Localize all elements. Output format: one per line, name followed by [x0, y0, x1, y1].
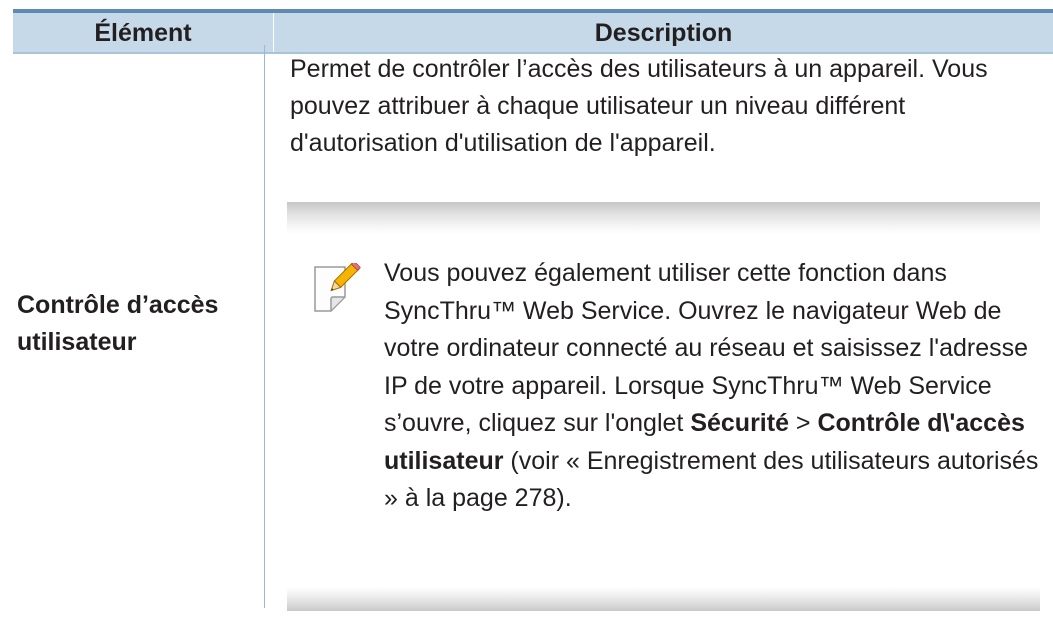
note-text: Vous pouvez également utiliser cette fon…: [384, 255, 1044, 518]
column-header-element: Élément: [94, 19, 192, 47]
note-paragraph: Vous pouvez également utiliser cette fon…: [384, 255, 1044, 518]
note-top-shade: [287, 202, 1040, 234]
item-description: Permet de contrôler l’accès des utilisat…: [290, 51, 1030, 162]
note-separator: >: [788, 409, 818, 437]
note-bold-security: Sécurité: [690, 409, 789, 437]
column-divider: [264, 45, 265, 608]
item-label: Contrôle d’accès utilisateur: [17, 291, 219, 356]
note-bottom-shade: [287, 587, 1040, 611]
note-pencil-icon: [314, 263, 361, 312]
table-header-row: Élément Description: [13, 13, 1053, 52]
column-header-description: Description: [594, 19, 733, 47]
description-text: Permet de contrôler l’accès des utilisat…: [290, 55, 988, 157]
